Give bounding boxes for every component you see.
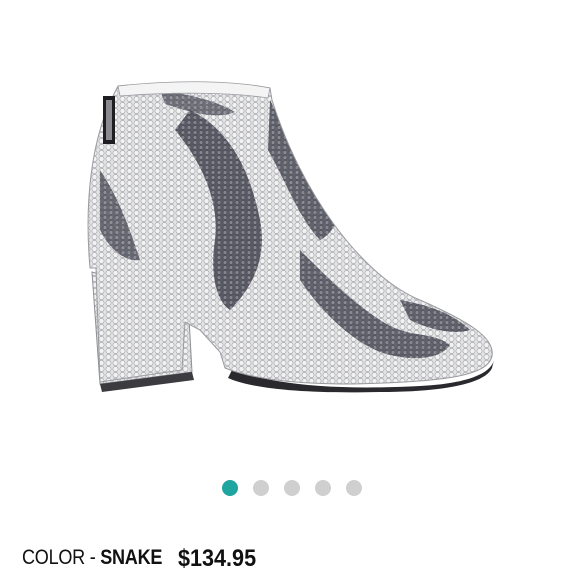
product-price: $134.95 — [178, 545, 257, 572]
carousel-dot[interactable] — [284, 480, 300, 496]
carousel-dot[interactable] — [315, 480, 331, 496]
color-prefix: COLOR - — [22, 546, 101, 569]
image-carousel-dots — [0, 478, 580, 498]
product-info: COLOR - SNAKE — [22, 546, 185, 576]
product-image[interactable] — [0, 0, 580, 460]
carousel-dot-active[interactable] — [222, 480, 238, 496]
color-label: COLOR - SNAKE — [22, 546, 162, 570]
color-name: SNAKE — [100, 546, 163, 569]
carousel-dot[interactable] — [253, 480, 269, 496]
carousel-dot[interactable] — [346, 480, 362, 496]
